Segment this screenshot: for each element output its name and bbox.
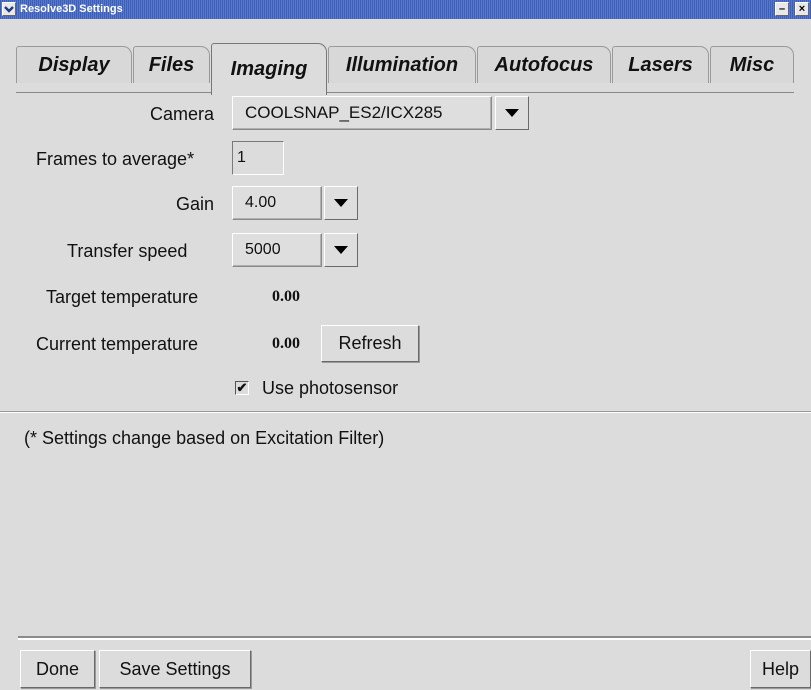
current-temperature-label: Current temperature xyxy=(36,334,199,354)
use-photosensor-checkbox[interactable]: ✔ xyxy=(235,381,249,395)
help-button[interactable]: Help xyxy=(750,650,811,688)
chevron-down-icon xyxy=(334,246,348,254)
gain-select[interactable]: 4.00 xyxy=(232,186,322,220)
frames-to-average-label: Frames to average* xyxy=(36,149,195,169)
done-button-label: Done xyxy=(35,658,80,679)
tab-label: Illumination xyxy=(345,53,459,76)
camera-select-value: COOLSNAP_ES2/ICX285 xyxy=(245,103,443,122)
close-icon: × xyxy=(798,2,806,15)
chevron-down-icon xyxy=(505,109,519,117)
tab-imaging[interactable]: Imaging xyxy=(211,43,327,95)
gain-dropdown-button[interactable] xyxy=(324,186,358,220)
window-title: Resolve3D Settings xyxy=(20,3,123,15)
gain-select-value: 4.00 xyxy=(245,194,277,211)
transfer-speed-select[interactable]: 5000 xyxy=(232,233,322,267)
current-temperature-value: 0.00 xyxy=(272,335,300,352)
tab-misc[interactable]: Misc xyxy=(710,46,794,83)
frames-to-average-input[interactable]: 1 xyxy=(232,141,284,175)
chevron-down-icon xyxy=(4,6,14,13)
tab-display[interactable]: Display xyxy=(16,46,132,83)
target-temperature-value: 0.00 xyxy=(272,288,300,305)
minimize-button[interactable]: – xyxy=(775,2,789,16)
tab-label: Files xyxy=(148,53,195,76)
save-settings-button[interactable]: Save Settings xyxy=(99,650,251,688)
use-photosensor-label: Use photosensor xyxy=(262,378,399,398)
refresh-button[interactable]: Refresh xyxy=(321,325,419,362)
tab-label: Autofocus xyxy=(494,53,594,76)
transfer-speed-label: Transfer speed xyxy=(67,241,188,261)
save-settings-button-label: Save Settings xyxy=(119,658,231,679)
tab-lasers[interactable]: Lasers xyxy=(612,46,709,83)
camera-dropdown-button[interactable] xyxy=(495,96,529,130)
check-icon: ✔ xyxy=(236,380,248,395)
camera-select[interactable]: COOLSNAP_ES2/ICX285 xyxy=(232,96,492,130)
tab-illumination[interactable]: Illumination xyxy=(328,46,476,83)
tab-strip: Display Files Imaging Illumination Autof… xyxy=(0,19,811,95)
tab-files[interactable]: Files xyxy=(133,46,210,83)
tab-label: Misc xyxy=(729,53,775,76)
tab-label: Lasers xyxy=(628,53,693,76)
target-temperature-label: Target temperature xyxy=(46,287,199,307)
tab-label: Display xyxy=(38,53,110,76)
divider xyxy=(0,411,811,413)
tab-autofocus[interactable]: Autofocus xyxy=(477,46,611,83)
chevron-down-icon xyxy=(334,199,348,207)
transfer-speed-dropdown-button[interactable] xyxy=(324,233,358,267)
camera-label: Camera xyxy=(150,104,215,124)
tab-baseline xyxy=(16,92,794,93)
help-button-label: Help xyxy=(761,658,800,679)
window-menu-button[interactable] xyxy=(2,2,16,16)
excitation-filter-note: (* Settings change based on Excitation F… xyxy=(24,428,385,448)
transfer-speed-value: 5000 xyxy=(245,241,281,258)
refresh-button-label: Refresh xyxy=(338,333,402,353)
done-button[interactable]: Done xyxy=(20,650,95,688)
tab-label: Imaging xyxy=(230,58,308,80)
minimize-icon: – xyxy=(778,2,786,15)
title-bar: Resolve3D Settings – × xyxy=(0,0,811,19)
frames-to-average-value: 1 xyxy=(237,149,246,166)
gain-label: Gain xyxy=(176,194,215,214)
footer-bar: Done Save Settings Help xyxy=(0,640,811,690)
close-button[interactable]: × xyxy=(795,2,809,16)
